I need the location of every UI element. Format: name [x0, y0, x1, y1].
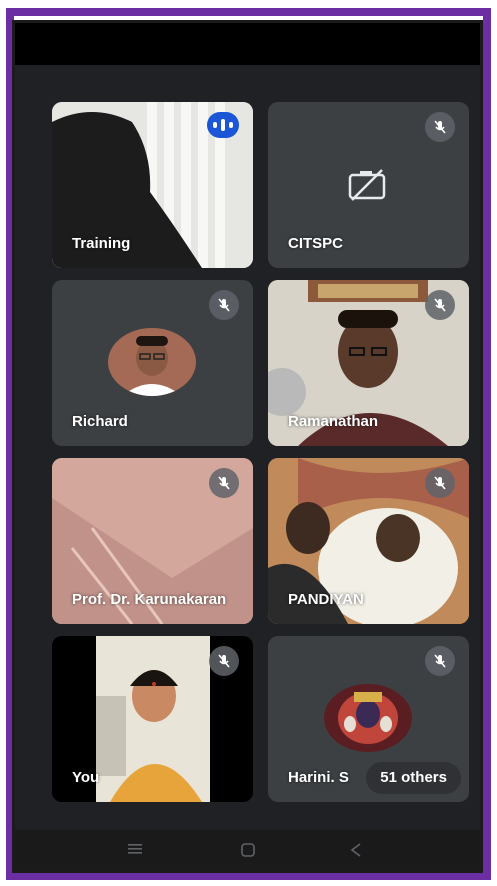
- phone-screen: Training CITSPC Richard Ramanathan Prof.…: [12, 20, 483, 873]
- participant-tile-citspc[interactable]: CITSPC: [268, 102, 469, 268]
- speaking-indicator-icon: [207, 112, 239, 138]
- mic-off-icon: [425, 290, 455, 320]
- others-participants-button[interactable]: 51 others: [366, 762, 461, 794]
- participant-tile-pandiyan[interactable]: PANDIYAN: [268, 458, 469, 624]
- menu-icon[interactable]: [127, 842, 143, 856]
- participant-name: Harini. S: [288, 769, 349, 786]
- participant-name: Training: [72, 235, 131, 252]
- participant-tile-you[interactable]: You: [52, 636, 253, 802]
- mic-off-icon: [425, 646, 455, 676]
- mic-off-icon: [209, 646, 239, 676]
- participant-name: CITSPC: [288, 235, 344, 252]
- camera-off-icon: [348, 169, 386, 201]
- participant-tile-ramanathan[interactable]: Ramanathan: [268, 280, 469, 446]
- mic-off-icon: [425, 468, 455, 498]
- mic-off-icon: [209, 468, 239, 498]
- home-icon[interactable]: [240, 842, 256, 858]
- participant-tile-training[interactable]: Training: [52, 102, 253, 268]
- participant-name: You: [72, 769, 100, 786]
- participant-name: Prof. Dr. Karunakaran: [72, 591, 227, 608]
- mic-off-icon: [209, 290, 239, 320]
- status-bar: [15, 23, 480, 65]
- participant-name: Ramanathan: [288, 413, 379, 430]
- participant-tile-richard[interactable]: Richard: [52, 280, 253, 446]
- back-icon[interactable]: [348, 842, 364, 858]
- participant-name: Richard: [72, 413, 128, 430]
- avatar: [108, 328, 196, 396]
- android-navigation-bar: [15, 830, 480, 870]
- participant-grid: Training CITSPC Richard Ramanathan Prof.…: [15, 65, 480, 835]
- participant-name: PANDIYAN: [288, 591, 364, 608]
- participant-tile-karunakaran[interactable]: Prof. Dr. Karunakaran: [52, 458, 253, 624]
- avatar: [324, 684, 412, 752]
- mic-off-icon: [425, 112, 455, 142]
- participant-tile-harini[interactable]: Harini. S 51 others: [268, 636, 469, 802]
